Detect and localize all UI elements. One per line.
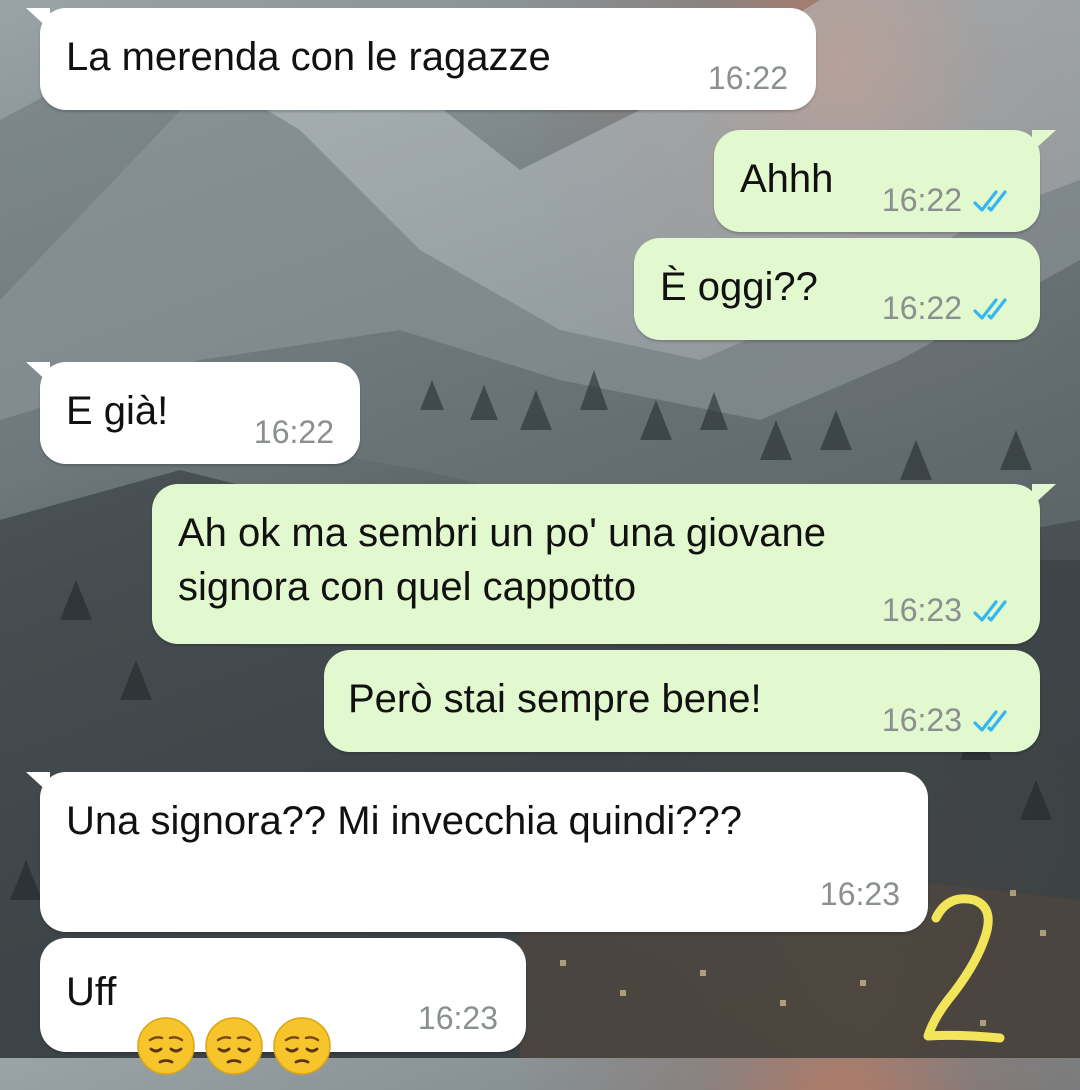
outgoing-message[interactable]: È oggi?? 16:22	[634, 238, 1040, 340]
message-meta: 16:22	[882, 290, 1018, 327]
message-meta: 16:23	[820, 876, 900, 913]
message-meta: 16:22	[708, 60, 788, 97]
message-time: 16:22	[881, 182, 962, 218]
message-meta: 16:22	[882, 182, 1018, 219]
message-text: Una signora?? Mi invecchia quindi???	[66, 799, 742, 843]
message-meta: 16:23	[418, 1000, 498, 1037]
message-text: È oggi??	[660, 265, 818, 309]
message-text: E già!	[66, 389, 169, 433]
outgoing-message[interactable]: Però stai sempre bene! 16:23	[324, 650, 1040, 752]
incoming-message[interactable]: Una signora?? Mi invecchia quindi??? 16:…	[26, 772, 928, 932]
message-time: 16:23	[881, 592, 962, 628]
incoming-message[interactable]: Uff 16:23	[40, 938, 526, 1075]
message-meta: 16:23	[882, 702, 1018, 739]
outgoing-message[interactable]: Ah ok ma sembri un po' una giovane signo…	[152, 484, 1056, 644]
incoming-message[interactable]: E già! 16:22	[26, 362, 360, 464]
message-meta: 16:22	[254, 414, 334, 451]
message-meta: 16:23	[882, 592, 1018, 629]
pensive-face-emoji	[204, 962, 264, 1075]
read-receipt-icon	[973, 297, 1007, 320]
pensive-face-emoji	[136, 962, 196, 1075]
message-time: 16:22	[707, 60, 788, 96]
message-time: 16:23	[417, 1000, 498, 1036]
message-text: La merenda con le ragazze	[66, 35, 551, 79]
read-receipt-icon	[973, 189, 1007, 212]
read-receipt-icon	[973, 599, 1007, 622]
incoming-message[interactable]: La merenda con le ragazze 16:22	[26, 8, 816, 110]
message-text: Però stai sempre bene!	[348, 677, 762, 721]
message-time: 16:23	[881, 702, 962, 738]
message-time: 16:23	[819, 876, 900, 912]
message-text: Ahhh	[740, 157, 834, 201]
read-receipt-icon	[973, 709, 1007, 732]
message-time: 16:22	[881, 290, 962, 326]
outgoing-message[interactable]: Ahhh 16:22	[714, 130, 1056, 232]
message-text: Uff	[66, 962, 332, 1075]
pensive-face-emoji	[272, 962, 332, 1075]
message-text: Ah ok ma sembri un po' una giovane signo…	[178, 511, 827, 609]
message-time: 16:22	[253, 414, 334, 450]
handwritten-number-mark	[923, 894, 1005, 1043]
message-text-value: Uff	[66, 970, 117, 1014]
